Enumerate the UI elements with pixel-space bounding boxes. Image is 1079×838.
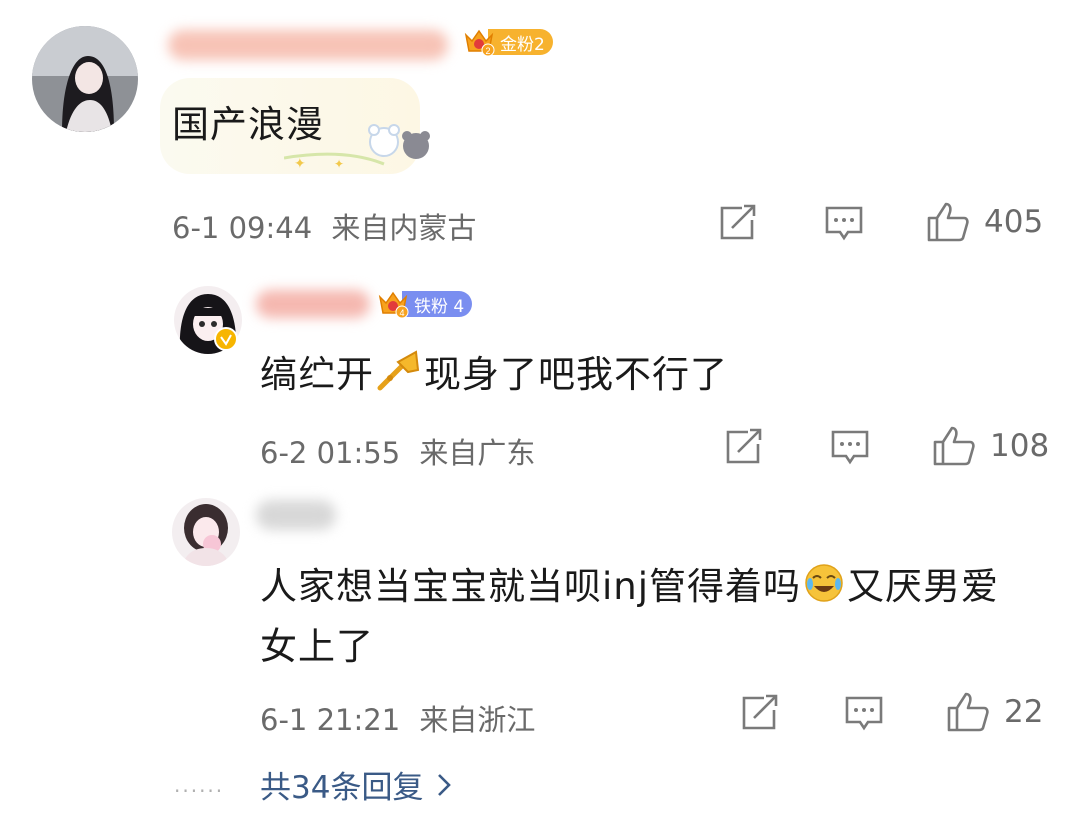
svg-text:2: 2 [485,46,490,56]
like-icon [933,426,975,466]
reply-button[interactable] [824,204,864,244]
laugh-cry-emoji-icon [805,564,843,602]
comment-text-line2: 女上了 [260,625,374,668]
comment-location: 来自内蒙古 [331,211,477,245]
like-icon [947,692,989,732]
comment-location: 来自广东 [419,436,536,470]
comment-time: 6-2 01:55 [260,436,401,470]
comment-meta: 6-1 09:44 来自内蒙古 [172,205,476,247]
comment-text: 人家想当宝宝就当呗inj管得着吗 又厌男爱 [260,556,999,610]
like-button[interactable]: 108 [932,424,1049,468]
share-button[interactable] [718,204,758,242]
badge-label: 铁粉 4 [402,291,473,317]
comment-text-part: 现身了吧我不行了 [424,353,728,396]
like-count: 22 [1004,694,1044,730]
share-button[interactable] [740,694,780,732]
crown-icon: 4 [378,291,409,319]
comment-text-part: 人家想当宝宝就当呗inj管得着吗 [260,565,802,608]
comment-icon [845,696,883,731]
reply-button[interactable] [844,694,884,734]
comment-text-part: 又厌男爱 [847,565,1000,608]
avatar[interactable] [172,498,240,566]
username-blurred[interactable] [168,30,448,60]
comment-location: 来自浙江 [419,703,536,737]
svg-text:✦: ✦ [294,156,306,172]
more-replies[interactable]: ...... 共34条回复 [174,762,452,807]
like-icon [927,202,969,242]
comment-icon [831,430,869,465]
username-blurred[interactable] [256,290,370,318]
share-icon [726,428,762,464]
more-replies-link[interactable]: 共34条回复 [260,762,423,807]
comment-time: 6-1 21:21 [260,703,401,737]
like-count: 405 [984,204,1044,240]
chevron-right-icon [438,773,452,796]
fan-badge: 2 金粉2 [462,26,553,58]
like-button[interactable]: 22 [946,690,1043,734]
share-icon [742,694,778,730]
like-button[interactable]: 405 [926,200,1043,244]
fan-badge: 4 铁粉 4 [376,288,473,320]
trumpet-emoji-icon [377,350,420,391]
comment-meta: 6-1 21:21 来自浙江 [260,697,535,739]
avatar[interactable] [32,26,138,132]
like-count: 108 [990,428,1050,464]
badge-label: 金粉2 [488,29,553,55]
reply-button[interactable] [830,428,870,468]
comment-text: 缟纻开 现身了吧我不行了 [260,344,728,398]
comment-meta: 6-2 01:55 来自广东 [260,430,535,472]
comment-text-part: 缟纻开 [260,353,374,396]
verified-icon [214,327,238,351]
share-button[interactable] [724,428,764,466]
dots-divider: ...... [174,772,225,797]
comment-text: 国产浪漫 [172,103,324,146]
comment-time: 6-1 09:44 [172,211,313,245]
svg-text:✦: ✦ [334,157,344,171]
share-icon [720,204,756,240]
comment-icon [825,206,863,241]
username-blurred[interactable] [256,500,336,530]
crown-icon: 2 [464,29,495,57]
svg-text:4: 4 [399,308,404,318]
